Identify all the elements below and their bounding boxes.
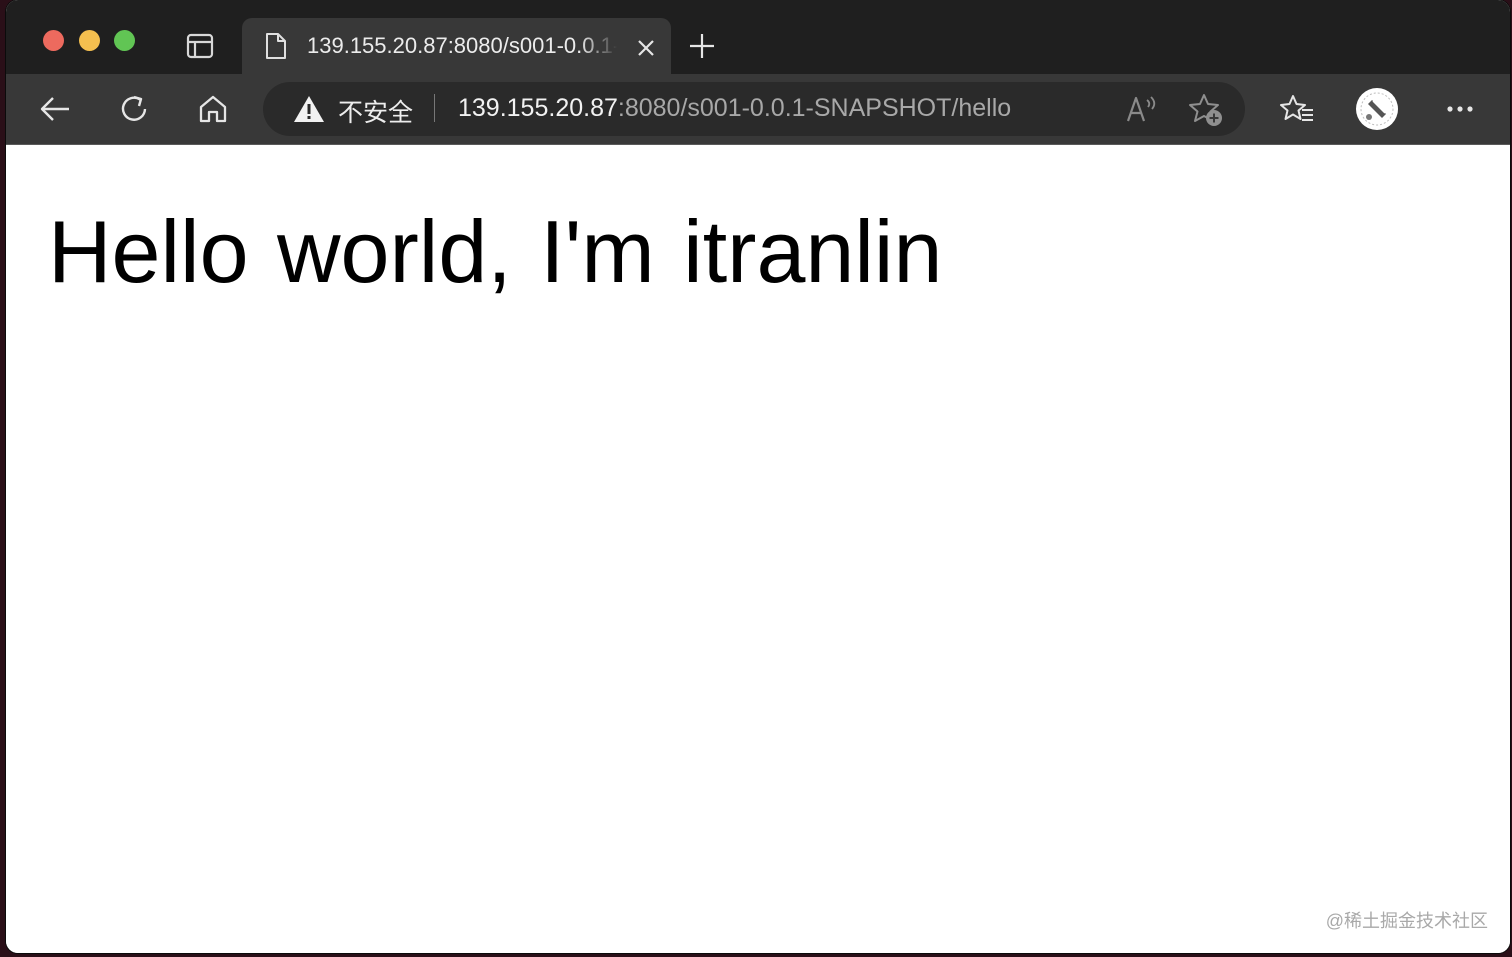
window-maximize-button[interactable] <box>114 30 135 51</box>
not-secure-label[interactable]: 不安全 <box>338 93 413 129</box>
address-divider <box>434 94 435 122</box>
url-path: :8080/s001-0.0.1-SNAPSHOT/hello <box>617 94 1012 122</box>
url-host: 139.155.20.87 <box>458 94 618 122</box>
tab-title: 139.155.20.87:8080/s001-0.0.1-SNAPSHOT/h… <box>307 33 617 58</box>
back-button[interactable] <box>36 91 74 127</box>
back-icon <box>40 97 69 121</box>
tab-favicon <box>262 30 290 62</box>
home-icon <box>199 95 227 123</box>
close-icon <box>638 40 654 56</box>
tab-bar: 139.155.20.87:8080/s001-0.0.1-SNAPSHOT/h… <box>6 0 1510 74</box>
refresh-button[interactable] <box>115 91 153 127</box>
read-aloud-icon <box>1126 96 1156 122</box>
browser-window: 139.155.20.87:8080/s001-0.0.1-SNAPSHOT/h… <box>6 0 1510 953</box>
read-aloud-button[interactable] <box>1122 91 1162 127</box>
page-heading: Hello world, I'm itranlin <box>48 202 943 301</box>
warning-icon <box>294 96 324 122</box>
more-icon <box>1447 106 1473 112</box>
add-favorite-button[interactable] <box>1186 91 1226 129</box>
favorites-button[interactable] <box>1277 91 1317 127</box>
home-button[interactable] <box>194 91 232 127</box>
window-close-button[interactable] <box>43 30 64 51</box>
tab-active[interactable]: 139.155.20.87:8080/s001-0.0.1-SNAPSHOT/h… <box>242 18 671 74</box>
url-text[interactable]: 139.155.20.87:8080/s001-0.0.1-SNAPSHOT/h… <box>458 94 1011 123</box>
document-icon <box>266 33 286 59</box>
window-minimize-button[interactable] <box>79 30 100 51</box>
tab-close-button[interactable] <box>634 36 658 60</box>
profile-button[interactable] <box>1355 87 1399 131</box>
site-info-button[interactable] <box>292 93 326 125</box>
favorites-icon <box>1280 95 1313 121</box>
refresh-icon <box>121 95 147 121</box>
plus-icon <box>690 34 714 58</box>
page-content: Hello world, I'm itranlin @稀土掘金技术社区 <box>6 145 1510 953</box>
sidebar-icon <box>186 33 214 59</box>
more-button[interactable] <box>1442 91 1478 127</box>
browser-toolbar: 不安全 139.155.20.87:8080/s001-0.0.1-SNAPSH… <box>6 74 1510 144</box>
profile-avatar <box>1356 88 1398 130</box>
watermark: @稀土掘金技术社区 <box>1325 911 1488 931</box>
sidebar-toggle-button[interactable] <box>182 30 218 62</box>
add-favorite-icon <box>1189 94 1222 126</box>
new-tab-button[interactable] <box>686 30 718 62</box>
